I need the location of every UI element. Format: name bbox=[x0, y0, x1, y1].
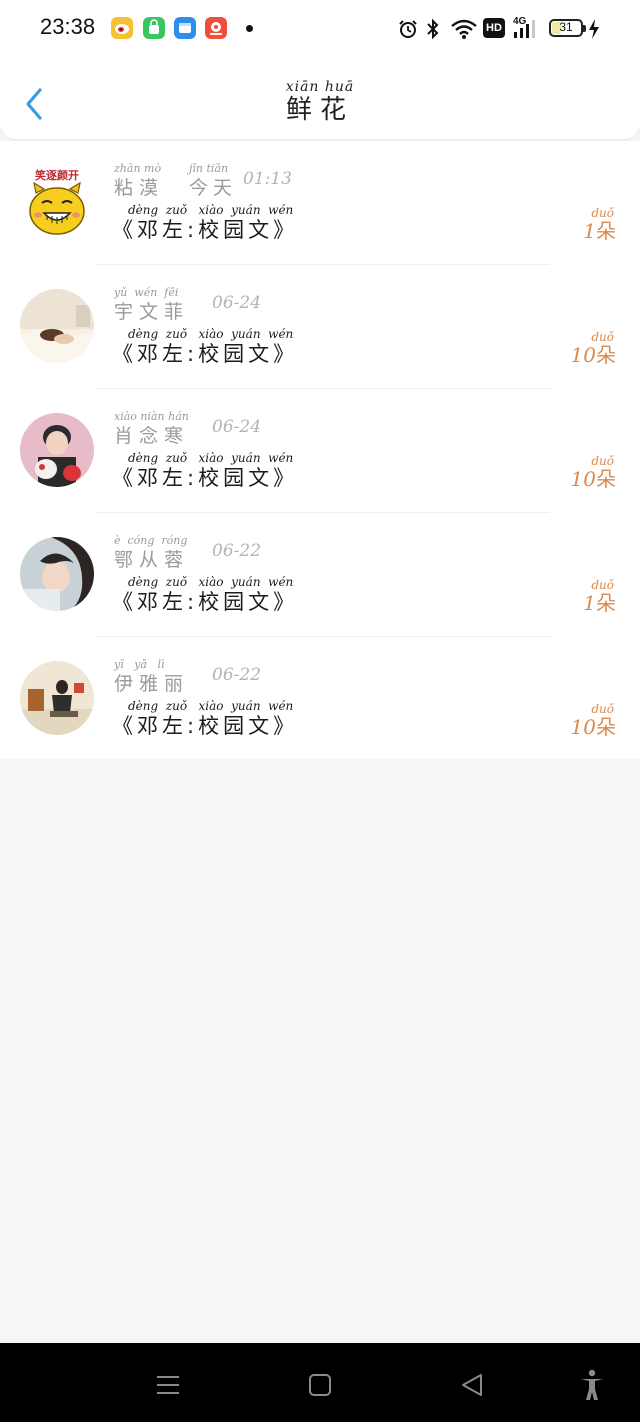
sender-name-text: 粘漠 bbox=[114, 177, 165, 199]
flower-count-unit: 朵 bbox=[596, 715, 616, 739]
wifi-icon bbox=[451, 19, 477, 39]
photo-avatar-bed[interactable] bbox=[20, 289, 94, 363]
flower-count: duǒ 1朵 bbox=[583, 207, 616, 243]
list-item[interactable]: 笑逐颜开 zhān mò 粘漠 jīn tiān 今天 01:13 dèng z bbox=[0, 141, 640, 265]
work-title-text: 《邓左:校园文》 bbox=[112, 466, 299, 490]
work-title-pinyin: dèng zuǒ xiào yuán wén bbox=[128, 451, 294, 465]
battery-level: 31 bbox=[559, 20, 573, 34]
timestamp: 06-22 bbox=[212, 665, 262, 685]
flower-count-unit: 朵 bbox=[596, 219, 616, 243]
flower-count: duǒ 10朵 bbox=[571, 703, 616, 739]
work-title-pinyin: dèng zuǒ xiào yuán wén bbox=[128, 203, 294, 217]
accessibility-icon[interactable] bbox=[574, 1367, 610, 1403]
sender-name: è cóng róng 鄂从蓉 bbox=[114, 535, 189, 573]
bluetooth-icon bbox=[427, 18, 439, 40]
flower-count-unit: 朵 bbox=[596, 591, 616, 615]
flower-count: duǒ 10朵 bbox=[571, 455, 616, 491]
flower-count: duǒ 1朵 bbox=[583, 579, 616, 615]
timestamp: 06-22 bbox=[212, 541, 262, 561]
flower-count-unit: 朵 bbox=[596, 343, 616, 367]
work-title: dèng zuǒ xiào yuán wén 《邓左:校园文》 bbox=[112, 452, 298, 492]
photo-avatar-boy[interactable] bbox=[20, 413, 94, 487]
status-time: 23:38 bbox=[40, 14, 96, 39]
status-bar: 23:38 HD 4G 31 bbox=[0, 0, 640, 58]
sender-name-pinyin: è cóng róng bbox=[114, 534, 188, 547]
signal-4g-icon: 4G bbox=[511, 16, 541, 40]
work-title-text: 《邓左:校园文》 bbox=[112, 218, 299, 242]
sender-name: zhān mò 粘漠 bbox=[114, 163, 164, 201]
back-triangle-icon[interactable] bbox=[454, 1367, 490, 1403]
list-item[interactable]: xiào niàn hán 肖念寒 06-24 dèng zuǒ xiào yu… bbox=[0, 389, 640, 513]
flower-count-pinyin: duǒ bbox=[591, 330, 614, 344]
sender-name-text: 肖念寒 bbox=[114, 425, 190, 447]
timestamp: 06-24 bbox=[212, 417, 262, 437]
flower-count-number: 1 bbox=[583, 219, 596, 243]
photo-avatar-girl[interactable] bbox=[20, 537, 94, 611]
app-store-icon bbox=[143, 17, 165, 39]
page-title-pinyin: xiān huā bbox=[285, 79, 355, 95]
video-app-icon bbox=[205, 17, 227, 39]
work-title: dèng zuǒ xiào yuán wén 《邓左:校园文》 bbox=[112, 204, 298, 244]
battery-tip bbox=[583, 25, 586, 32]
flower-count-number: 10 bbox=[570, 343, 596, 367]
navigation-bar bbox=[0, 1343, 640, 1422]
work-title-text: 《邓左:校园文》 bbox=[112, 590, 299, 614]
sender-name: xiào niàn hán 肖念寒 bbox=[114, 411, 189, 449]
sender-name-pinyin: xiào niàn hán bbox=[114, 410, 189, 423]
list-item[interactable]: yǔ wén fēi 宇文菲 06-24 dèng zuǒ xiào yuán … bbox=[0, 265, 640, 389]
work-title-text: 《邓左:校园文》 bbox=[112, 342, 299, 366]
sender-name: yī yǎ lì 伊雅丽 bbox=[114, 659, 189, 697]
date-word-text: 今天 bbox=[189, 177, 238, 199]
files-icon bbox=[174, 17, 196, 39]
flower-count-pinyin: duǒ bbox=[591, 702, 614, 716]
sender-name-pinyin: yī yǎ lì bbox=[114, 658, 165, 671]
work-title-pinyin: dèng zuǒ xiào yuán wén bbox=[128, 327, 294, 341]
page-title: xiān huā 鲜花 bbox=[0, 80, 640, 126]
work-title: dèng zuǒ xiào yuán wén 《邓左:校园文》 bbox=[112, 576, 298, 616]
alarm-icon bbox=[399, 20, 417, 38]
header: xiān huā 鲜花 bbox=[0, 58, 640, 139]
date-word-pinyin: jīn tiān bbox=[189, 162, 229, 175]
sender-name-text: 宇文菲 bbox=[114, 301, 190, 323]
sender-name-pinyin: yǔ wén fēi bbox=[114, 286, 179, 299]
flower-count-unit: 朵 bbox=[596, 467, 616, 491]
home-icon[interactable] bbox=[302, 1367, 338, 1403]
date-word: jīn tiān 今天 bbox=[189, 163, 237, 201]
work-title-pinyin: dèng zuǒ xiào yuán wén bbox=[128, 575, 294, 589]
flower-count-number: 10 bbox=[570, 715, 596, 739]
list-item[interactable]: è cóng róng 鄂从蓉 06-22 dèng zuǒ xiào yuán… bbox=[0, 513, 640, 637]
flower-count-pinyin: duǒ bbox=[591, 206, 614, 220]
timestamp: 01:13 bbox=[243, 169, 292, 189]
flower-count-pinyin: duǒ bbox=[591, 578, 614, 592]
sender-name-text: 鄂从蓉 bbox=[114, 549, 190, 571]
sender-name: yǔ wén fēi 宇文菲 bbox=[114, 287, 189, 325]
sender-name-pinyin: zhān mò bbox=[114, 162, 162, 175]
weibo-icon bbox=[111, 17, 133, 39]
work-title: dèng zuǒ xiào yuán wén 《邓左:校园文》 bbox=[112, 328, 298, 368]
flower-count-number: 10 bbox=[570, 467, 596, 491]
menu-icon[interactable] bbox=[150, 1367, 186, 1403]
work-title-pinyin: dèng zuǒ xiào yuán wén bbox=[128, 699, 294, 713]
notification-dot-icon bbox=[246, 25, 253, 32]
flower-list: 笑逐颜开 zhān mò 粘漠 jīn tiān 今天 01:13 dèng z bbox=[0, 141, 640, 759]
photo-avatar-room[interactable] bbox=[20, 661, 94, 735]
sender-name-text: 伊雅丽 bbox=[114, 673, 190, 695]
work-title: dèng zuǒ xiào yuán wén 《邓左:校园文》 bbox=[112, 700, 298, 740]
page-title-text: 鲜花 bbox=[285, 95, 354, 125]
cartoon-cat-avatar[interactable]: 笑逐颜开 bbox=[20, 165, 94, 239]
flower-count-pinyin: duǒ bbox=[591, 454, 614, 468]
charging-icon bbox=[589, 19, 599, 39]
hd-icon: HD bbox=[483, 18, 505, 38]
list-item[interactable]: yī yǎ lì 伊雅丽 06-22 dèng zuǒ xiào yuán wé… bbox=[0, 637, 640, 761]
work-title-text: 《邓左:校园文》 bbox=[112, 714, 299, 738]
flower-count-number: 1 bbox=[583, 591, 596, 615]
timestamp: 06-24 bbox=[212, 293, 262, 313]
battery-icon: 31 bbox=[549, 19, 586, 37]
flower-count: duǒ 10朵 bbox=[571, 331, 616, 367]
